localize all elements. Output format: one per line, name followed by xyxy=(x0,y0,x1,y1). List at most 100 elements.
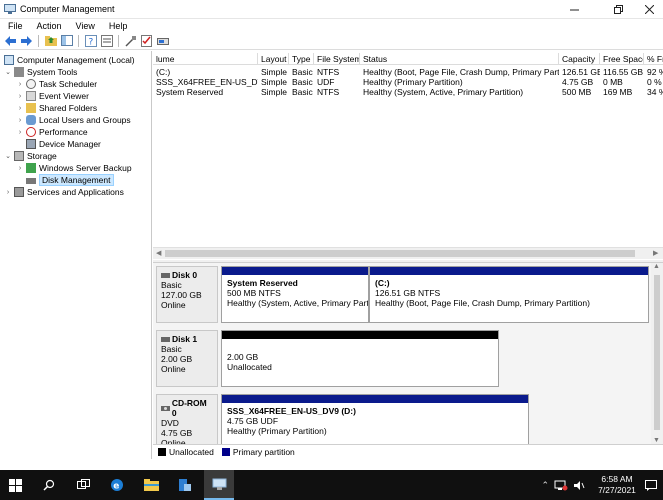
tree-item-storage[interactable]: ⌄ Storage xyxy=(4,150,57,162)
column-header-layout[interactable]: Layout xyxy=(258,53,289,65)
chevron-right-icon[interactable]: › xyxy=(16,93,24,100)
volume-speaker-icon[interactable] xyxy=(574,480,585,491)
help-icon: ? xyxy=(84,34,97,47)
tree-item-root[interactable]: Computer Management (Local) xyxy=(2,54,135,66)
file-explorer-button[interactable] xyxy=(136,470,166,500)
properties-button[interactable] xyxy=(100,34,113,47)
column-header-file-system[interactable]: File System xyxy=(314,53,360,65)
restore-button[interactable] xyxy=(604,0,632,19)
scroll-right-icon[interactable]: ▶ xyxy=(653,248,658,259)
chevron-right-icon[interactable]: › xyxy=(16,81,24,88)
cell-capacity: 4.75 GB xyxy=(562,77,594,87)
partition-system-reserved[interactable]: System Reserved 500 MB NTFS Healthy (Sys… xyxy=(221,266,369,323)
chevron-right-icon[interactable]: › xyxy=(4,189,12,196)
network-icon[interactable] xyxy=(554,480,568,491)
search-icon xyxy=(43,479,55,491)
file-explorer-icon xyxy=(143,479,159,491)
forward-button[interactable] xyxy=(20,34,33,47)
partition-status: Healthy (Boot, Page File, Crash Dump, Pr… xyxy=(375,298,590,308)
cdrom-0-label[interactable]: CD-ROM 0 DVD 4.75 GB Online xyxy=(156,394,218,444)
tree-item-task-scheduler[interactable]: › Task Scheduler xyxy=(16,78,97,90)
start-button[interactable] xyxy=(0,470,30,500)
search-button[interactable] xyxy=(34,470,64,500)
notifications-icon[interactable] xyxy=(645,479,657,491)
partition-c[interactable]: (C:) 126.51 GB NTFS Healthy (Boot, Page … xyxy=(369,266,649,323)
table-row[interactable]: SSS_X64FREE_EN-US_DV9 (D:) Simple Basic … xyxy=(153,77,663,87)
disk-management-icon xyxy=(26,178,36,184)
scrollbar-thumb[interactable] xyxy=(654,275,660,430)
task-view-button[interactable] xyxy=(68,470,98,500)
partition-name: SSS_X64FREE_EN-US_DV9 (D:) xyxy=(227,406,356,416)
tree-item-device-manager[interactable]: Device Manager xyxy=(16,138,101,150)
horizontal-scrollbar[interactable]: ◀ ▶ xyxy=(153,247,663,259)
menu-view[interactable]: View xyxy=(68,21,101,31)
tree-item-system-tools[interactable]: ⌄ System Tools xyxy=(4,66,77,78)
partition-unallocated[interactable]: 2.00 GB Unallocated xyxy=(221,330,499,387)
tree-item-label: Computer Management (Local) xyxy=(17,55,135,65)
legend-swatch xyxy=(158,448,166,456)
toolbar-separator xyxy=(118,34,119,47)
cell-volume: SSS_X64FREE_EN-US_DV9 (D:) xyxy=(156,77,258,87)
up-button[interactable] xyxy=(44,34,57,47)
menu-action[interactable]: Action xyxy=(29,21,68,31)
help-button[interactable]: ? xyxy=(84,34,97,47)
tree-item-event-viewer[interactable]: › Event Viewer xyxy=(16,90,89,102)
clock[interactable]: 6:58 AM 7/27/2021 xyxy=(589,474,645,496)
checklist-button[interactable] xyxy=(140,34,153,47)
chevron-down-icon[interactable]: ⌄ xyxy=(4,152,12,160)
connect-disk-button[interactable] xyxy=(124,34,137,47)
svg-text:e: e xyxy=(113,482,119,492)
tree-item-windows-server-backup[interactable]: › Windows Server Backup xyxy=(16,162,132,174)
partition-d[interactable]: SSS_X64FREE_EN-US_DV9 (D:) 4.75 GB UDF H… xyxy=(221,394,529,444)
scrollbar-thumb[interactable] xyxy=(165,250,635,257)
column-header-volume[interactable]: lume xyxy=(153,53,258,65)
forward-icon xyxy=(21,35,32,46)
checklist-icon xyxy=(140,34,152,47)
partition-status: Healthy (System, Active, Primary Partiti… xyxy=(227,298,368,308)
computer-management-taskbar-button[interactable] xyxy=(204,470,234,500)
menu-help[interactable]: Help xyxy=(101,21,134,31)
column-header-type[interactable]: Type xyxy=(289,53,314,65)
chevron-right-icon[interactable]: › xyxy=(16,129,24,136)
disk-1-label[interactable]: Disk 1 Basic 2.00 GB Online xyxy=(156,330,218,387)
minimize-button[interactable] xyxy=(560,0,588,19)
edge-button[interactable]: e xyxy=(102,470,132,500)
vertical-scrollbar[interactable]: ▲ ▼ xyxy=(651,263,663,444)
tree-item-disk-management[interactable]: Disk Management xyxy=(16,174,114,186)
legend-item-unallocated: Unallocated xyxy=(158,447,214,457)
table-row[interactable]: System Reserved Simple Basic NTFS Health… xyxy=(153,87,663,97)
disk-0-label[interactable]: Disk 0 Basic 127.00 GB Online xyxy=(156,266,218,323)
disk-icon xyxy=(161,336,170,342)
clock-time: 6:58 AM xyxy=(601,474,633,484)
chevron-down-icon[interactable]: ⌄ xyxy=(4,68,12,76)
menu-file[interactable]: File xyxy=(0,21,29,31)
chevron-right-icon[interactable]: › xyxy=(16,165,24,172)
column-header-capacity[interactable]: Capacity xyxy=(559,53,600,65)
server-manager-button[interactable] xyxy=(170,470,200,500)
column-header-percent-free[interactable]: % Fr xyxy=(644,53,663,65)
partition-name: (C:) xyxy=(375,278,390,288)
column-header-free-space[interactable]: Free Space xyxy=(600,53,644,65)
chevron-up-icon[interactable]: ⌃ xyxy=(541,480,549,491)
close-button[interactable] xyxy=(635,0,663,19)
back-button[interactable] xyxy=(4,34,17,47)
unallocated-bar xyxy=(222,331,498,339)
tree-item-services-apps[interactable]: › Services and Applications xyxy=(4,186,124,198)
cell-type: Basic xyxy=(292,67,313,77)
chevron-right-icon[interactable]: › xyxy=(16,117,24,124)
column-header-status[interactable]: Status xyxy=(360,53,559,65)
show-hide-tree-button[interactable] xyxy=(60,34,73,47)
users-icon xyxy=(26,115,36,125)
tree-item-performance[interactable]: › Performance xyxy=(16,126,88,138)
title-bar: Computer Management xyxy=(0,0,663,19)
tree-item-label: Services and Applications xyxy=(27,187,124,197)
tree-item-shared-folders[interactable]: › Shared Folders xyxy=(16,102,97,114)
scroll-down-icon[interactable]: ▼ xyxy=(653,437,660,444)
cell-percent-free: 0 % xyxy=(647,77,662,87)
volume-button[interactable] xyxy=(156,34,169,47)
chevron-right-icon[interactable]: › xyxy=(16,105,24,112)
scroll-up-icon[interactable]: ▲ xyxy=(653,263,660,270)
scroll-left-icon[interactable]: ◀ xyxy=(156,248,161,259)
tree-item-local-users[interactable]: › Local Users and Groups xyxy=(16,114,131,126)
table-row[interactable]: (C:) Simple Basic NTFS Healthy (Boot, Pa… xyxy=(153,67,663,77)
